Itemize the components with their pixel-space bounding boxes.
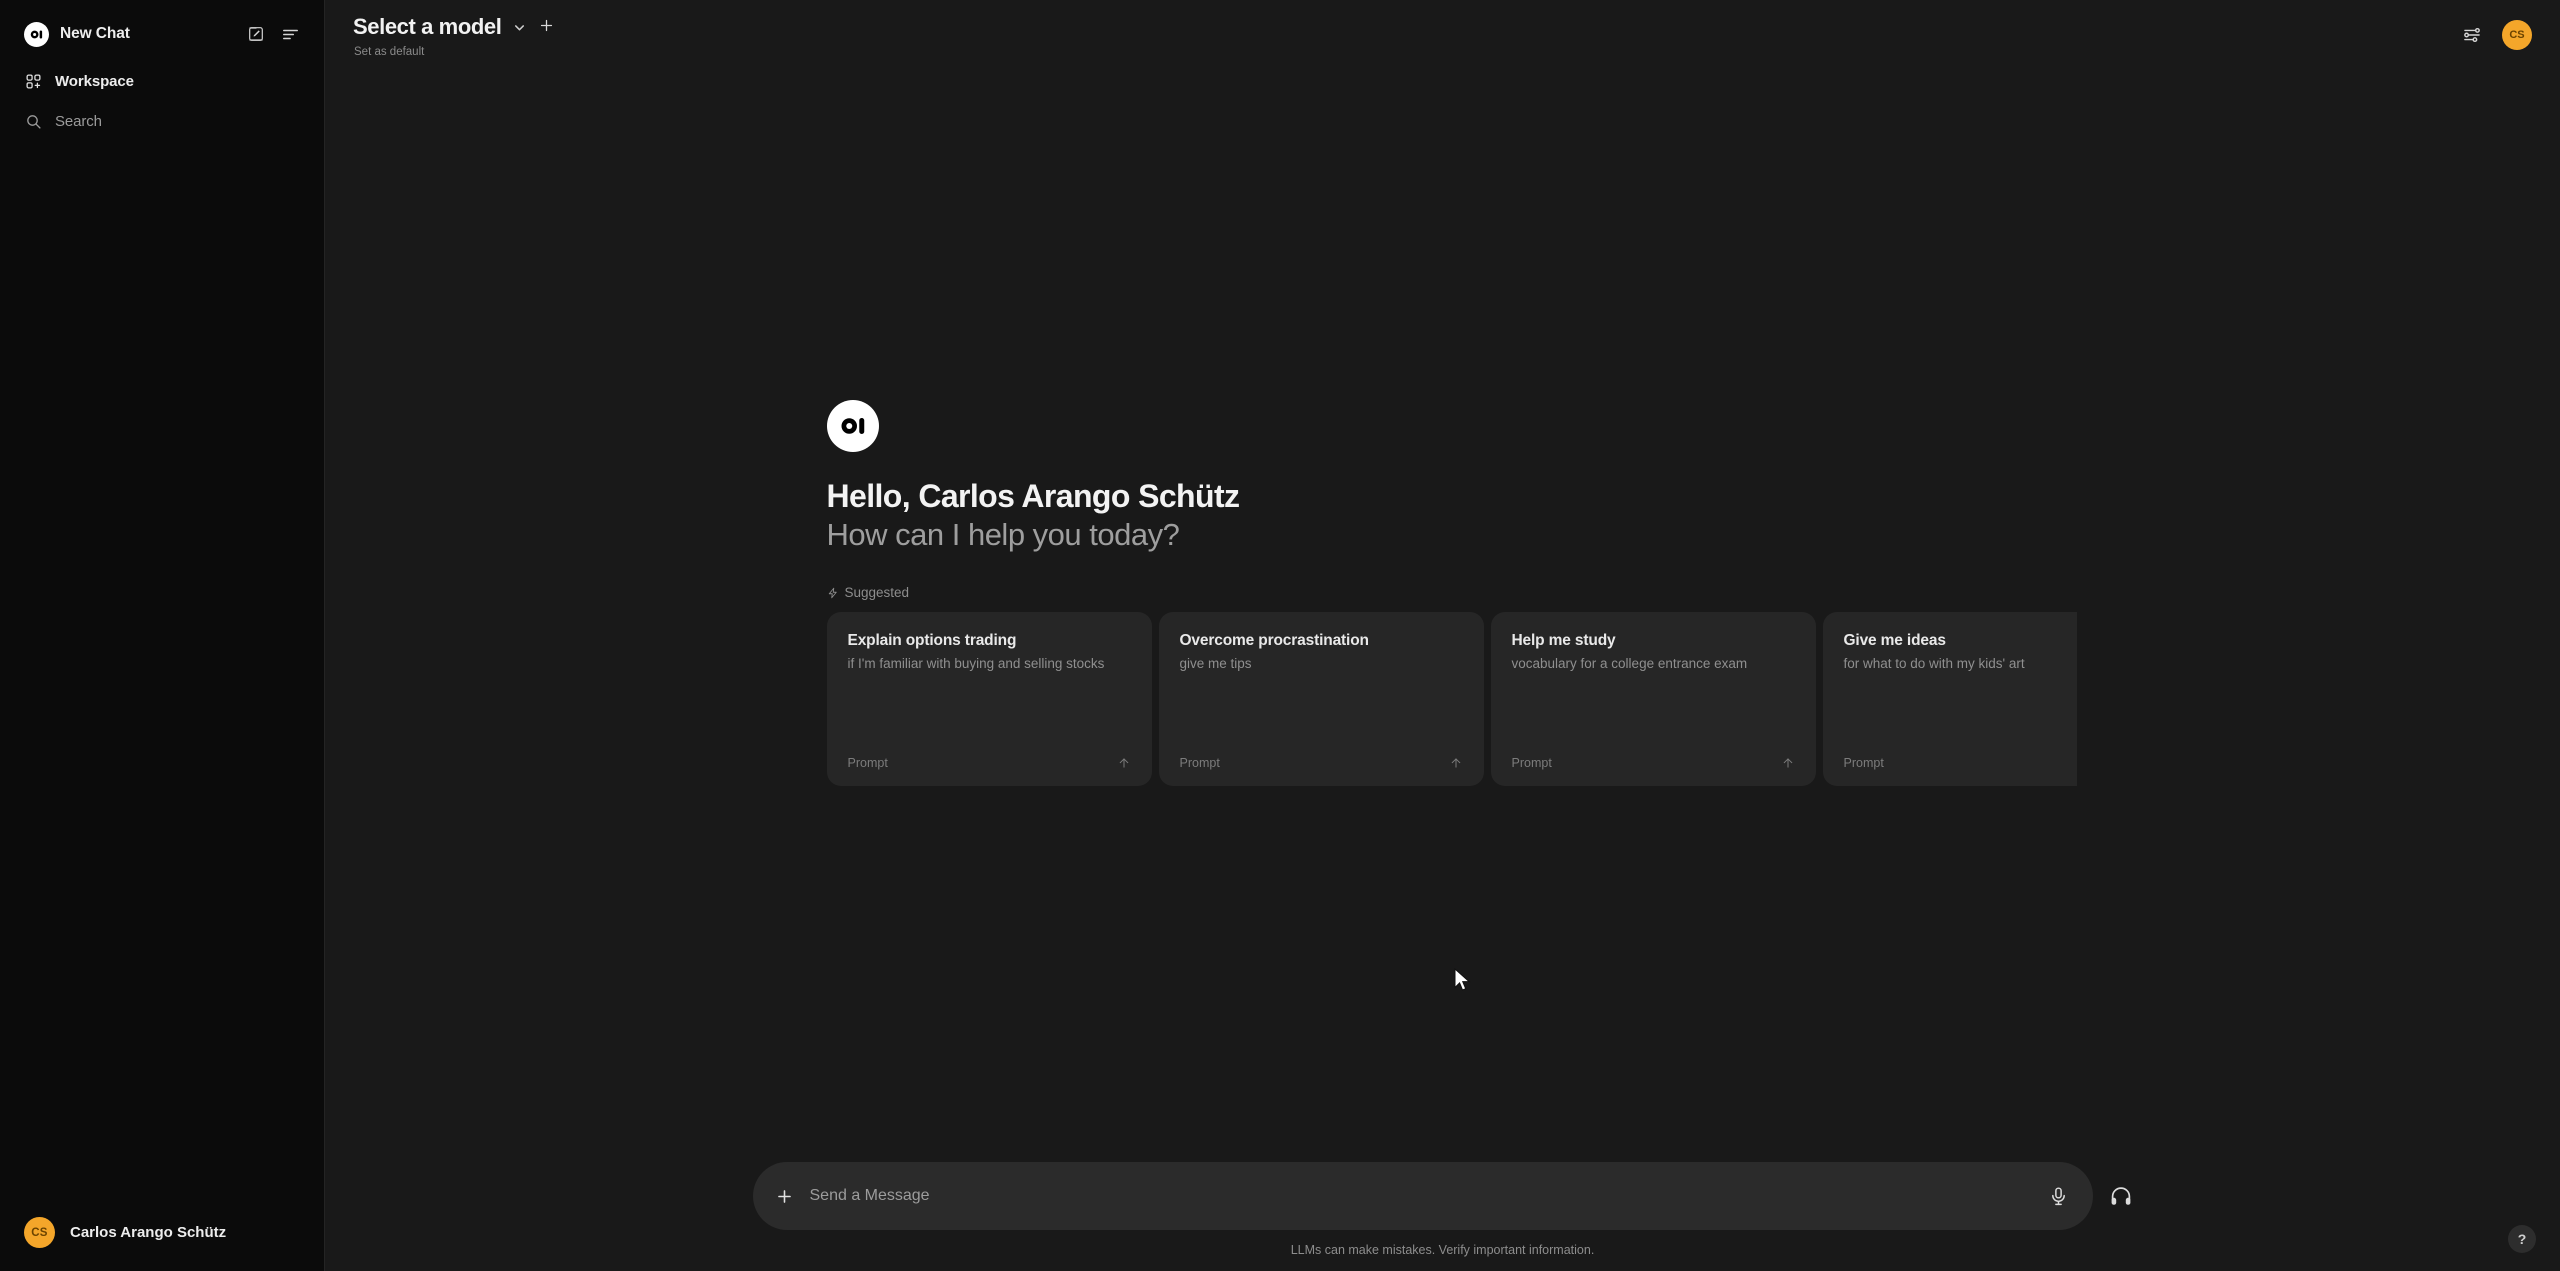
attach-plus-icon[interactable]	[775, 1187, 794, 1206]
search-icon	[24, 112, 42, 130]
arrow-up-icon[interactable]	[1781, 756, 1795, 770]
chat-placeholder: Hello, Carlos Arango Schütz How can I he…	[325, 84, 2560, 1162]
model-selector[interactable]: Select a model	[353, 14, 555, 40]
sidebar-header: New Chat	[0, 0, 324, 55]
model-selector-label: Select a model	[353, 14, 502, 39]
new-chat-pencil-icon[interactable]	[247, 25, 265, 43]
suggestion-card-footer: Prompt	[1180, 756, 1463, 770]
suggestion-card-subtitle: vocabulary for a college entrance exam	[1511, 656, 1748, 672]
set-as-default-link[interactable]: Set as default	[354, 46, 555, 58]
lightning-bolt-icon	[827, 587, 839, 599]
suggestion-card-footer: Prompt	[848, 756, 1131, 770]
suggestion-card-subtitle: give me tips	[1179, 656, 1252, 672]
page-title: Hello, Carlos Arango Schütz	[826, 477, 1241, 514]
sidebar-user-menu[interactable]: CS Carlos Arango Schütz	[14, 1208, 310, 1257]
sidebar-chat-list-empty	[0, 141, 324, 1208]
greeting-block: Hello, Carlos Arango Schütz How can I he…	[823, 399, 2077, 787]
sidebar-item-label: Search	[55, 112, 102, 130]
page-subtitle: How can I help you today?	[826, 517, 1180, 553]
sidebar: New Chat Workspace Search CS Carlos Aran…	[0, 0, 325, 1271]
message-input[interactable]	[809, 1187, 2032, 1205]
app-root: New Chat Workspace Search CS Carlos Aran…	[0, 0, 2560, 1271]
sidebar-item-workspace[interactable]: Workspace	[14, 61, 310, 101]
suggestion-cards: Explain options trading if I'm familiar …	[826, 612, 2077, 787]
suggestion-card-type: Prompt	[1179, 756, 1220, 771]
help-button[interactable]: ?	[2508, 1225, 2536, 1253]
suggestion-card-subtitle: for what to do with my kids' art	[1843, 656, 2025, 672]
suggestion-card[interactable]: Explain options trading if I'm familiar …	[826, 612, 1152, 787]
suggestion-card-title: Overcome procrastination	[1179, 632, 1370, 650]
avatar: CS	[24, 1217, 55, 1248]
sidebar-item-label: Workspace	[55, 72, 134, 90]
chevron-down-icon[interactable]	[512, 20, 527, 35]
suggestion-card-title: Explain options trading	[847, 632, 1017, 650]
message-composer[interactable]	[752, 1162, 2093, 1230]
suggestion-card-footer: Prompt	[1844, 756, 2077, 770]
suggestion-card-subtitle: if I'm familiar with buying and selling …	[847, 656, 1105, 672]
openwebui-logo-icon	[24, 21, 49, 47]
suggested-label-row: Suggested	[827, 585, 2063, 600]
sidebar-header-actions	[247, 25, 300, 44]
suggestion-card[interactable]: Give me ideas for what to do with my kid…	[1822, 612, 2077, 787]
adjustments-sliders-icon[interactable]	[2462, 25, 2482, 45]
topbar: Select a model Set as default CS	[325, 0, 2560, 84]
add-model-plus-icon[interactable]	[538, 16, 555, 38]
composer-row	[752, 1162, 2133, 1230]
suggestion-card-title: Help me study	[1511, 632, 1616, 650]
suggestion-card-footer: Prompt	[1512, 756, 1795, 770]
suggested-label: Suggested	[844, 585, 910, 601]
composer-area: LLMs can make mistakes. Verify important…	[325, 1162, 2560, 1271]
toggle-sidebar-icon[interactable]	[281, 25, 300, 44]
suggestion-card[interactable]: Help me study vocabulary for a college e…	[1490, 612, 1816, 787]
suggestion-card-type: Prompt	[1843, 756, 1884, 771]
new-chat-row[interactable]: New Chat	[14, 13, 310, 55]
model-selector-block: Select a model Set as default	[353, 14, 555, 58]
suggestion-card[interactable]: Overcome procrastination give me tips Pr…	[1158, 612, 1484, 787]
headphones-icon[interactable]	[2109, 1184, 2133, 1208]
sidebar-item-search[interactable]: Search	[14, 101, 310, 141]
new-chat-label: New Chat	[60, 25, 130, 42]
sidebar-user-name: Carlos Arango Schütz	[70, 1224, 227, 1241]
main-area: Select a model Set as default CS Hello, …	[325, 0, 2560, 1271]
sidebar-nav: Workspace Search	[0, 55, 324, 141]
suggestion-card-title: Give me ideas	[1843, 632, 1946, 650]
suggestion-card-type: Prompt	[847, 756, 888, 771]
openwebui-logo-large-icon	[826, 399, 879, 452]
arrow-up-icon[interactable]	[1117, 756, 1131, 770]
llm-disclaimer: LLMs can make mistakes. Verify important…	[1290, 1243, 1595, 1257]
topbar-avatar[interactable]: CS	[2502, 20, 2532, 50]
suggestion-card-type: Prompt	[1511, 756, 1552, 771]
workspace-grid-icon	[24, 72, 42, 90]
topbar-actions: CS	[2462, 14, 2532, 50]
microphone-icon[interactable]	[2048, 1186, 2069, 1207]
arrow-up-icon[interactable]	[1449, 756, 1463, 770]
